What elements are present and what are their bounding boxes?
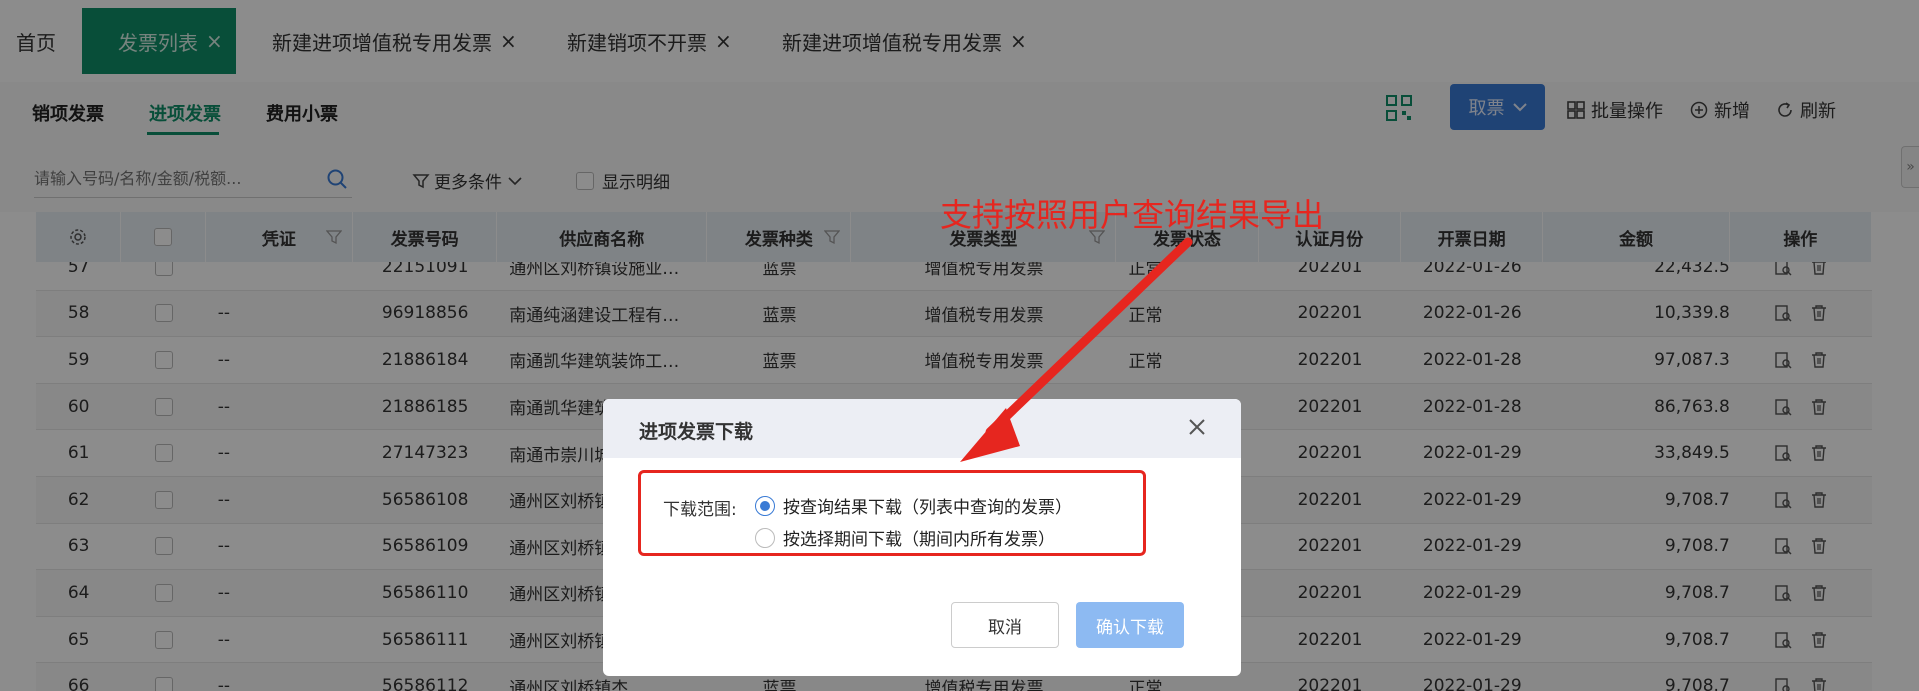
dialog-header: 进项发票下载 bbox=[603, 399, 1241, 458]
annotation-highlight-box bbox=[638, 470, 1146, 556]
close-icon[interactable] bbox=[1187, 417, 1207, 437]
confirm-download-button[interactable]: 确认下载 bbox=[1076, 602, 1184, 648]
cancel-button[interactable]: 取消 bbox=[951, 602, 1059, 648]
dialog-title: 进项发票下载 bbox=[639, 421, 754, 443]
annotation-text: 支持按照用户查询结果导出 bbox=[940, 196, 1325, 234]
